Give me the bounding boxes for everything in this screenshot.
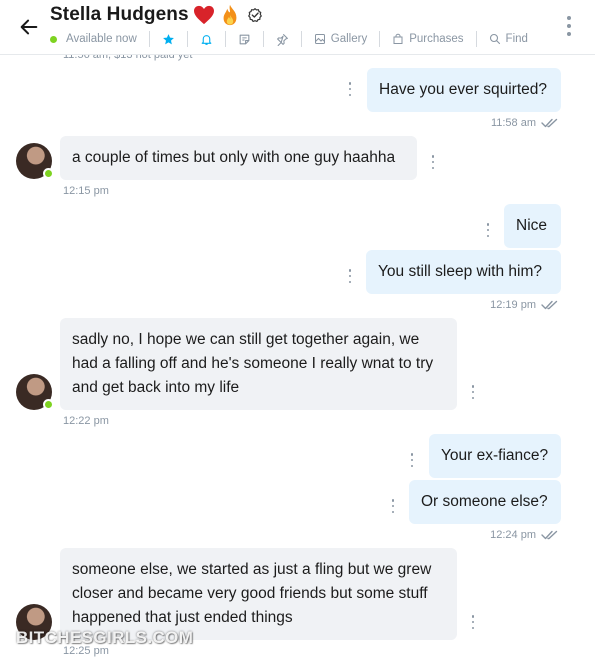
gallery-button[interactable]: Gallery [314, 33, 367, 45]
fire-icon [219, 4, 241, 26]
title-row: Stella Hudgens [50, 4, 264, 26]
purchases-label: Purchases [409, 33, 464, 45]
message-options-button[interactable] [348, 269, 352, 283]
kebab-dot [391, 510, 395, 513]
outgoing-message[interactable]: Your ex-fiance? [429, 434, 561, 478]
time-label: 12:19 pm [490, 299, 536, 311]
message-timestamp: 12:24 pm [490, 529, 559, 541]
avatar[interactable] [16, 374, 54, 410]
note-icon [239, 34, 250, 44]
message-options-button[interactable] [486, 223, 490, 237]
kebab-dot [431, 155, 435, 158]
outgoing-message[interactable]: Have you ever squirted? [367, 68, 561, 112]
verified-check-icon [246, 6, 264, 24]
kebab-dot [486, 234, 490, 237]
kebab-dot [567, 32, 571, 36]
online-indicator [43, 168, 54, 179]
availability-status: Available now [66, 33, 137, 45]
kebab-dot [471, 396, 475, 399]
red-heart-icon [193, 4, 215, 26]
incoming-message[interactable]: someone else, we started as just a fling… [60, 548, 457, 640]
image-icon [314, 34, 325, 44]
kebab-dot [410, 458, 414, 462]
time-label: 11:58 am [490, 117, 536, 129]
kebab-dot [471, 615, 475, 618]
message-options-button[interactable] [471, 385, 475, 399]
contact-name[interactable]: Stella Hudgens [50, 4, 189, 26]
favorite-button[interactable] [162, 33, 175, 46]
kebab-dot [348, 93, 352, 96]
incoming-message[interactable]: sadly no, I hope we can still get togeth… [60, 318, 457, 410]
kebab-dot [410, 453, 414, 456]
message-timestamp: 12:22 pm [63, 415, 109, 427]
header-toolbar: Available now Gallery Purchases Find [50, 30, 528, 48]
message-options-button[interactable] [471, 615, 475, 629]
kebab-dot [486, 228, 490, 232]
divider [475, 31, 477, 47]
bell-icon [201, 34, 212, 45]
bag-icon [393, 33, 403, 44]
divider [186, 31, 188, 47]
message-timestamp: 12:15 pm [63, 185, 109, 197]
message-timestamp: 11:58 am [491, 117, 559, 129]
chat-header: Stella Hudgens Available now Gallery Pur… [0, 0, 595, 55]
kebab-dot [567, 24, 571, 28]
online-status-dot [50, 35, 57, 43]
online-indicator [43, 399, 54, 410]
kebab-dot [471, 385, 475, 388]
incoming-message[interactable]: a couple of times but only with one guy … [60, 136, 417, 180]
kebab-dot [471, 390, 475, 394]
pin-button[interactable] [276, 33, 289, 46]
purchases-button[interactable]: Purchases [392, 33, 464, 45]
kebab-dot [391, 504, 395, 508]
kebab-dot [471, 626, 475, 629]
kebab-dot [471, 620, 475, 624]
kebab-dot [410, 464, 414, 467]
outgoing-message[interactable]: Or someone else? [409, 480, 561, 524]
message-timestamp: 12:19 pm [490, 299, 559, 311]
kebab-dot [348, 82, 352, 85]
message-options-button[interactable] [431, 155, 435, 169]
divider [379, 31, 381, 47]
notifications-button[interactable] [200, 33, 213, 46]
notes-button[interactable] [238, 33, 251, 46]
message-options-button[interactable] [391, 499, 395, 513]
kebab-dot [391, 499, 395, 502]
kebab-dot [348, 274, 352, 278]
divider [300, 31, 302, 47]
kebab-dot [431, 160, 435, 164]
kebab-dot [348, 269, 352, 272]
time-label: 12:24 pm [490, 529, 536, 541]
search-icon [489, 33, 500, 45]
find-label: Find [505, 33, 528, 45]
star-icon [162, 33, 174, 44]
avatar[interactable] [16, 143, 54, 179]
kebab-dot [348, 280, 352, 283]
kebab-dot [567, 16, 571, 20]
double-check-icon [541, 530, 558, 540]
watermark-text: BITCHESGIRLS.COM [16, 628, 194, 647]
outgoing-message[interactable]: Nice [504, 204, 561, 248]
arrow-left-icon [20, 19, 38, 35]
pin-icon [276, 33, 288, 46]
divider [148, 31, 150, 47]
back-button[interactable] [14, 12, 44, 42]
kebab-dot [486, 223, 490, 226]
kebab-dot [431, 166, 435, 169]
outgoing-message[interactable]: You still sleep with him? [366, 250, 561, 294]
more-options-button[interactable] [565, 16, 573, 36]
double-check-icon [541, 118, 558, 128]
message-options-button[interactable] [410, 453, 414, 467]
gallery-label: Gallery [330, 33, 368, 45]
divider [262, 31, 264, 47]
kebab-dot [348, 87, 352, 91]
find-button[interactable]: Find [489, 33, 528, 45]
message-options-button[interactable] [348, 82, 352, 96]
double-check-icon [541, 300, 558, 310]
divider [224, 31, 226, 47]
